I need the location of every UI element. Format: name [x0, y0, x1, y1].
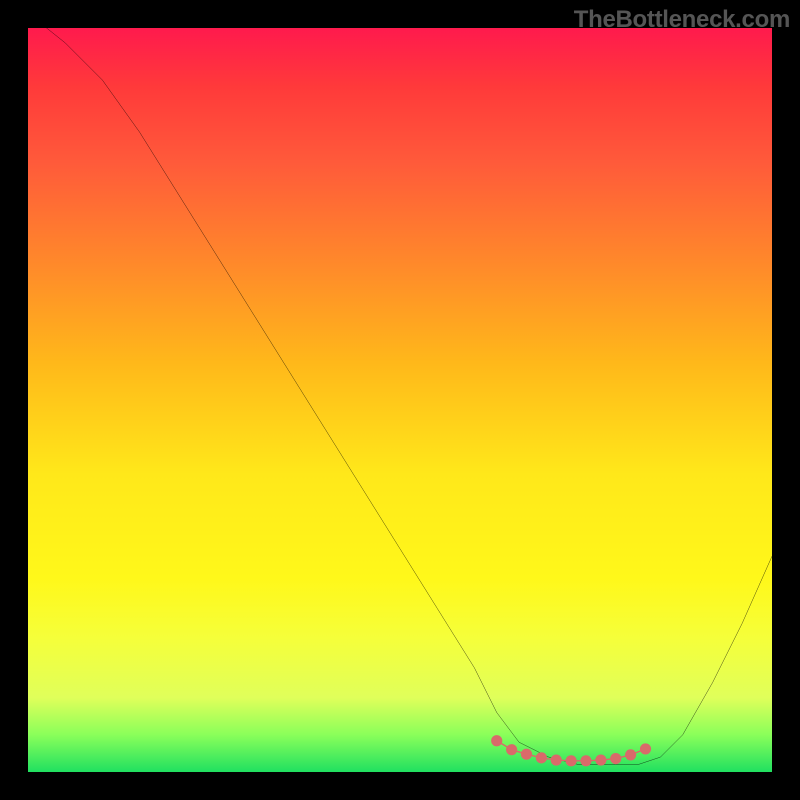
chart-frame: TheBottleneck.com: [0, 0, 800, 800]
valley-marker-dot: [491, 735, 502, 746]
valley-marker-dot: [610, 753, 621, 764]
valley-marker-dot: [551, 755, 562, 766]
valley-marker-dot: [521, 749, 532, 760]
valley-marker-dot: [625, 749, 636, 760]
valley-marker-dot: [640, 743, 651, 754]
bottleneck-curve: [28, 28, 772, 765]
valley-marker-dot: [595, 755, 606, 766]
valley-marker-group: [491, 735, 651, 766]
valley-marker-dot: [506, 744, 517, 755]
valley-marker-dot: [580, 755, 591, 766]
valley-marker-dot: [536, 752, 547, 763]
chart-svg: [28, 28, 772, 772]
watermark-text: TheBottleneck.com: [574, 6, 790, 34]
valley-marker-dot: [566, 755, 577, 766]
bottleneck-curve-group: [28, 28, 772, 765]
